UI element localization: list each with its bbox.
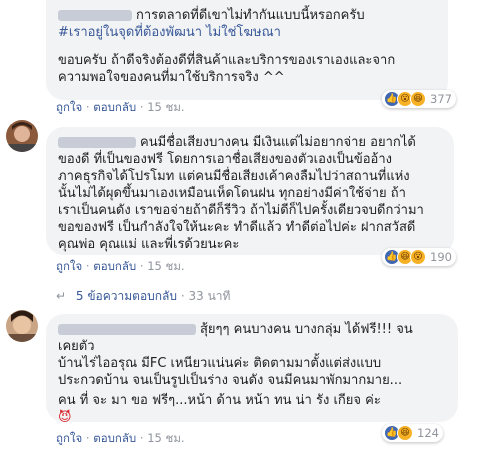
like-link[interactable]: ถูกใจ — [56, 259, 82, 273]
comment-text-line: ขอของฟรี เป็นกำลังใจให้นะคะ ทำดีแล้ว ทำด… — [58, 220, 416, 235]
comment-text-line: ภาคธุรกิจได้โปรโมท แต่คนมีชื่อเสียงเค้าค… — [58, 169, 410, 184]
reaction-count: 124 — [417, 426, 439, 440]
commenter-name[interactable] — [58, 10, 132, 21]
comment-text-line: เคยตัว — [58, 339, 95, 354]
like-link[interactable]: ถูกใจ — [56, 431, 82, 445]
comment-text-line: คนมีชื่อเสียงบางคน มีเงินแต่ไม่อยากจ่าย … — [140, 135, 416, 150]
reply-arrow-icon: ↵ — [56, 289, 67, 303]
comment-text-line: เราเป็นคนดัง เราขอจ่ายถ้าดีก็รีวิว ถ้าไม… — [58, 203, 424, 218]
reaction-summary[interactable]: 👍 😆 124 — [382, 424, 443, 442]
laugh-reaction-icon: 😆 — [397, 425, 413, 441]
comment-time[interactable]: 15 ชม. — [147, 259, 184, 273]
comment-bubble: การตลาดที่ดีเขาไม่ทำกันแบบนี้หรอกครับ #เ… — [46, 0, 448, 100]
view-replies-link[interactable]: ↵ 5 ข้อความตอบกลับ · 33 นาที — [56, 287, 230, 306]
comment-bubble: สุ้ยๆๆ คนบางคน บางกลุ่ม ได้ฟรี!!! จน เคย… — [46, 314, 458, 425]
replies-label: 5 ข้อความตอบกลับ — [75, 289, 178, 303]
reply-link[interactable]: ตอบกลับ — [93, 100, 136, 114]
commenter-name[interactable] — [58, 324, 196, 335]
avatar[interactable] — [6, 120, 38, 152]
comment-time[interactable]: 15 ชม. — [147, 431, 184, 445]
comment-actions: ถูกใจ · ตอบกลับ · 15 ชม. — [56, 100, 185, 114]
comment-actions: ถูกใจ · ตอบกลับ · 15 ชม. — [56, 259, 185, 273]
comment-bubble: คนมีชื่อเสียงบางคน มีเงินแต่ไม่อยากจ่าย … — [46, 127, 454, 255]
reaction-count: 190 — [430, 250, 452, 264]
comment-text-line: ขอบครับ ถ้าดีจริงต้องดีที่สินค้าและบริกา… — [58, 53, 396, 68]
comment-text-line: ประกวดบ้าน จนเป็นรูปเป็นร่าง จนดัง จนมีค… — [58, 373, 403, 388]
comment-actions: ถูกใจ · ตอบกลับ · 15 ชม. — [56, 431, 185, 445]
comment-time[interactable]: 15 ชม. — [147, 100, 184, 114]
reply-link[interactable]: ตอบกลับ — [93, 431, 136, 445]
hashtag-link[interactable]: #เราอยู่ในจุดที่ต้องพัฒนา ไม่ใช่โฆษณา — [58, 24, 438, 41]
avatar[interactable] — [6, 310, 38, 342]
comment-text-line: สุ้ยๆๆ คนบางคน บางกลุ่ม ได้ฟรี!!! จน — [200, 322, 413, 337]
reaction-summary[interactable]: 👍 😮 😆 377 — [382, 90, 456, 108]
like-link[interactable]: ถูกใจ — [56, 100, 82, 114]
comment-text-line: คน ที่ จะ มา ขอ ฟรีๆ...หน้า ด้าน หน้า ทน… — [58, 393, 381, 408]
reaction-count: 377 — [430, 92, 452, 106]
comment-text-line: ความพอใจของคนที่มาใช้บริการจริง ^^ — [58, 70, 285, 85]
laugh-reaction-icon: 😆 — [410, 91, 426, 107]
commenter-name[interactable] — [58, 137, 136, 148]
comment-text-line: ของดี ที่เป็นของฟรี โดยการเอาชื่อเสียงขอ… — [58, 152, 392, 167]
wow-reaction-icon: 😮 — [410, 249, 426, 265]
comment-text-line: บ้านไร่ไออรุณ มีFC เหนียวแน่นค่ะ ติดตามม… — [58, 356, 382, 371]
comment-text-line: นั้นไม่ได้ผุดขึ้นมาเองเหมือนเห็ดโดนฝน ทุ… — [58, 186, 406, 201]
comment-text-line: การตลาดที่ดีเขาไม่ทำกันแบบนี้หรอกครับ — [136, 8, 365, 23]
reaction-summary[interactable]: 👍 😆 😮 190 — [382, 248, 456, 266]
replies-time: 33 นาที — [188, 289, 231, 303]
reply-link[interactable]: ตอบกลับ — [93, 259, 136, 273]
